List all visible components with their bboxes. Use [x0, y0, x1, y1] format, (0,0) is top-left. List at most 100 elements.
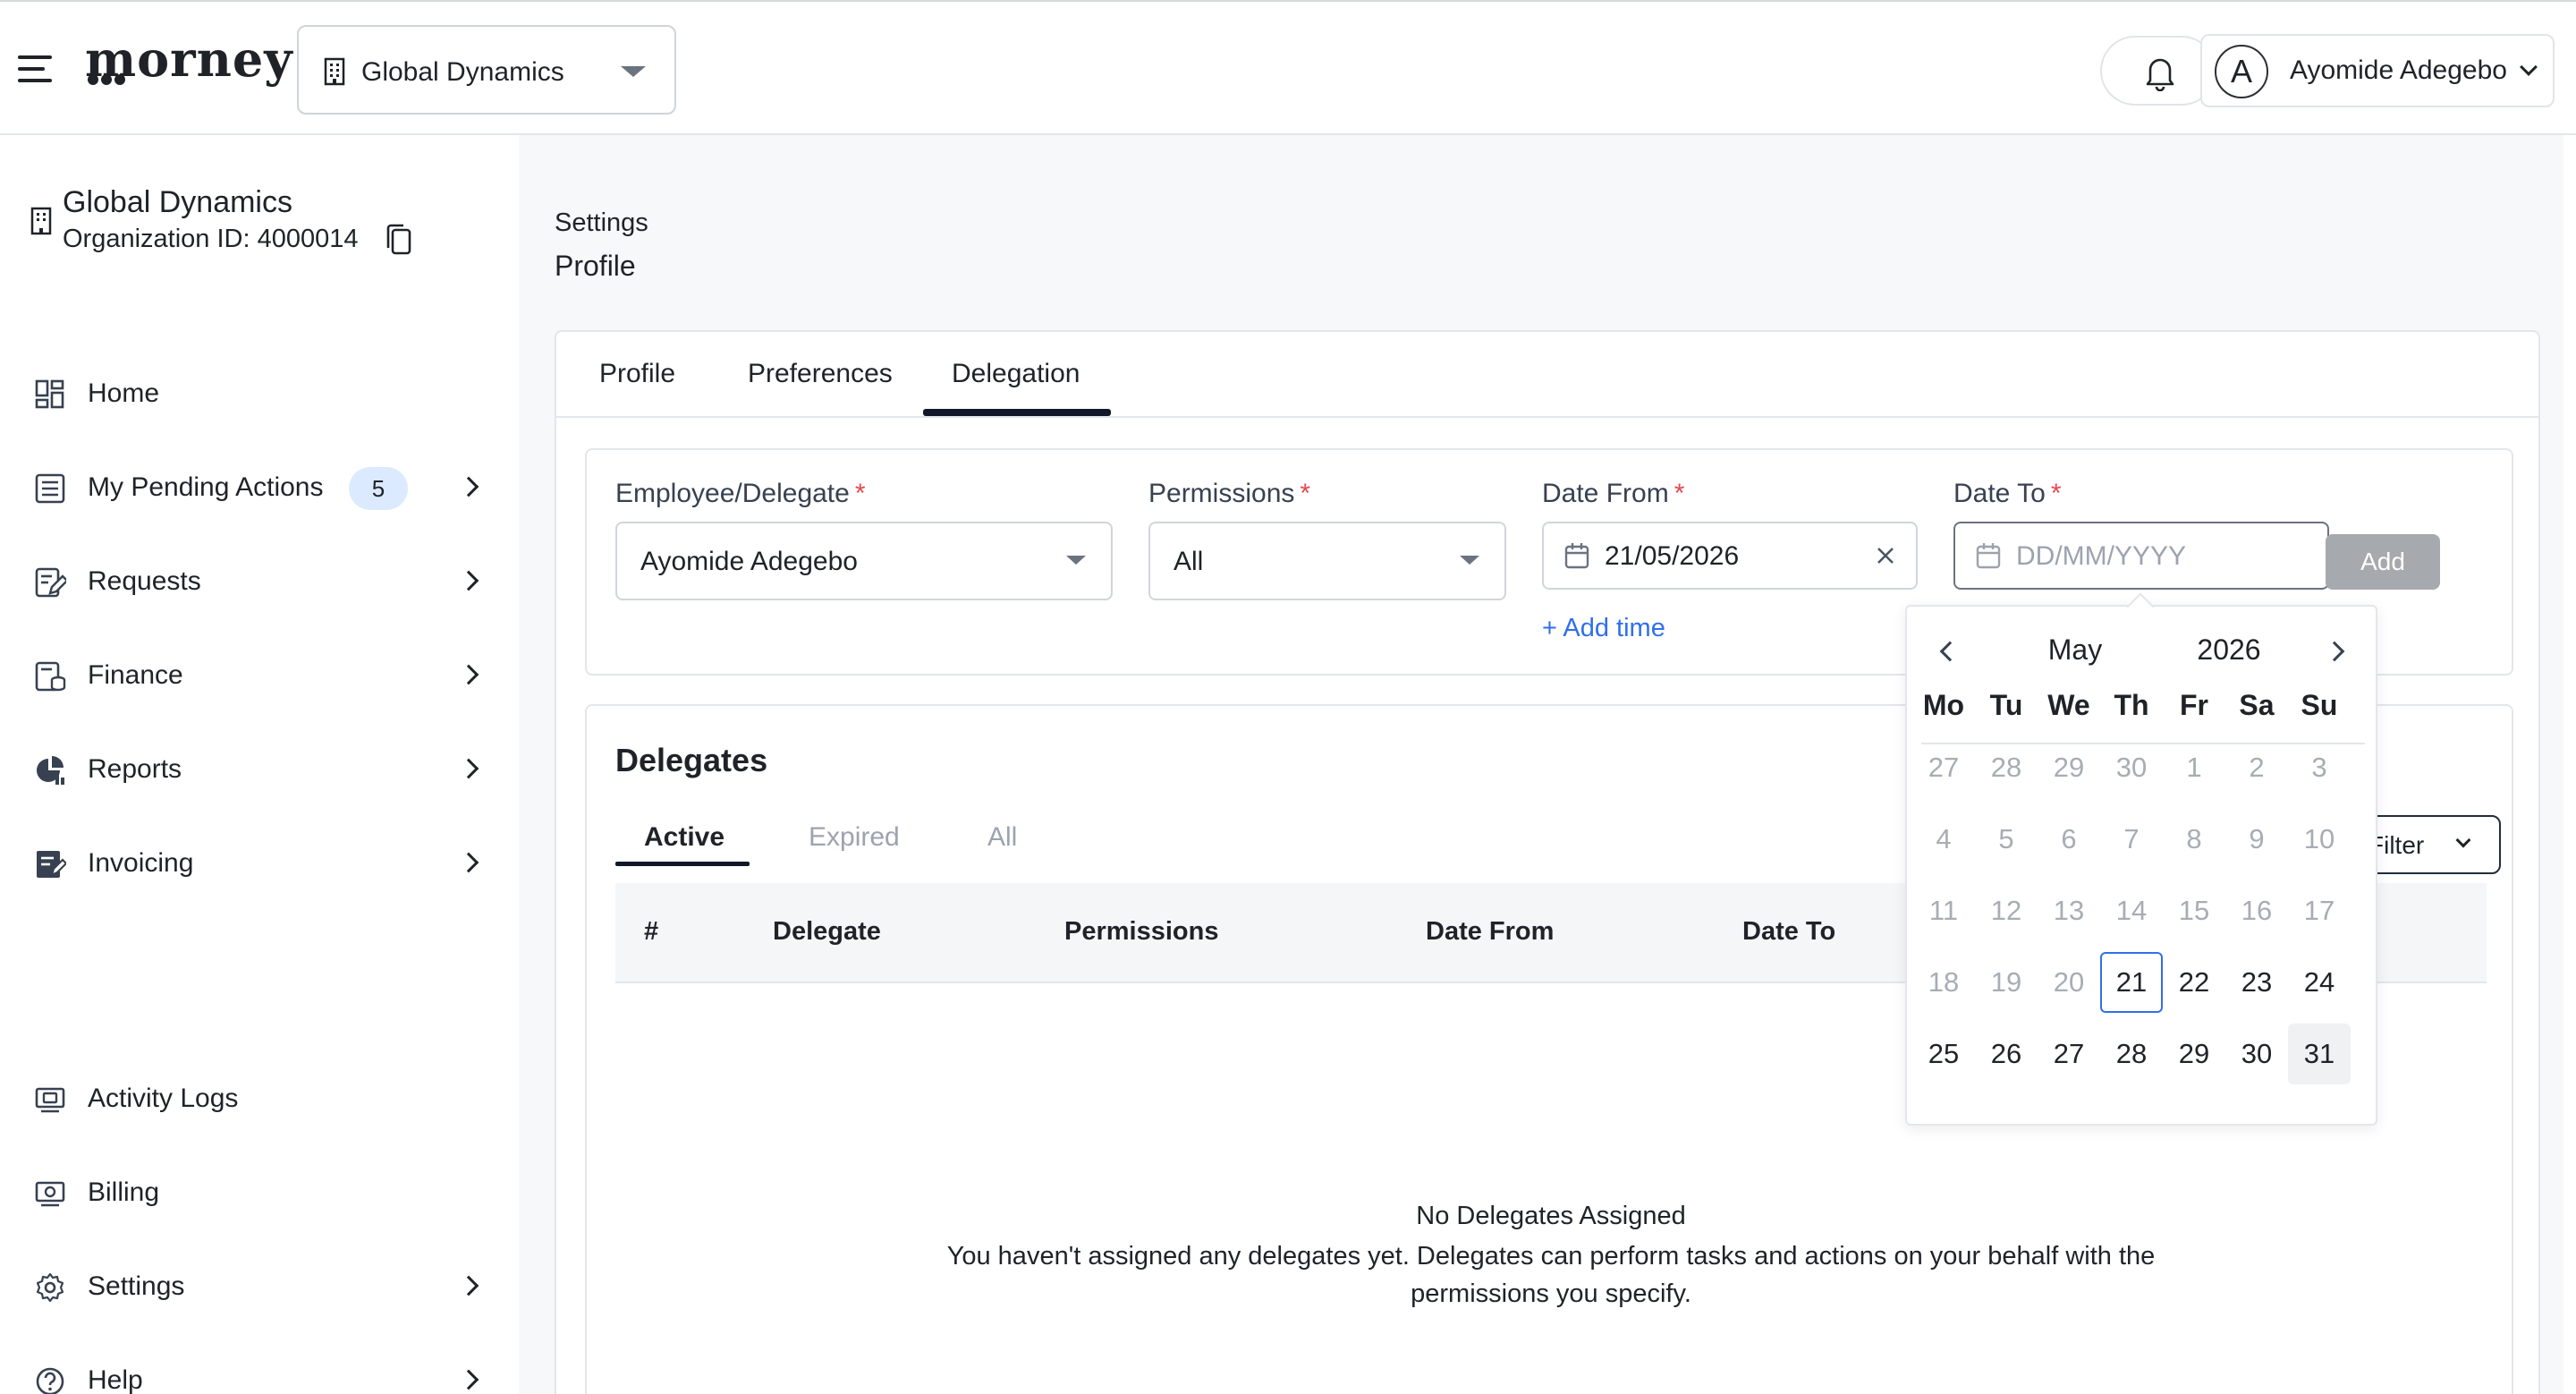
add-time-link[interactable]: + Add time	[1542, 614, 1665, 643]
sidebar-item-requests[interactable]: Requests	[0, 547, 519, 618]
sidebar-item-label: Finance	[88, 660, 183, 690]
date-to-placeholder: DD/MM/YYYY	[2016, 541, 2187, 571]
date-to-input[interactable]: DD/MM/YYYY	[1953, 522, 2329, 590]
tab-preferences[interactable]: Preferences	[748, 359, 893, 389]
top-bar: morney Global Dynamics A Ayomide Adegebo	[0, 0, 2576, 135]
calendar-day[interactable]: 20	[2038, 952, 2100, 1013]
calendar-day[interactable]: 21	[2100, 952, 2163, 1013]
calendar-day[interactable]: 4	[1912, 809, 1975, 870]
notifications-button[interactable]	[2100, 36, 2216, 106]
sidebar-item-invoicing[interactable]: Invoicing	[0, 829, 519, 900]
date-picker-popover: May 2026 Mo Tu We Th Fr Sa Su 27 28 29 30 1 2 3 4 5 6 7 8…	[1905, 605, 2377, 1126]
sidebar-item-activity-logs[interactable]: Activity Logs	[0, 1064, 519, 1135]
sidebar-item-settings[interactable]: Settings	[0, 1252, 519, 1323]
calendar-day[interactable]: 27	[2038, 1024, 2100, 1084]
sidebar-item-help[interactable]: Help	[0, 1346, 519, 1394]
weekday-label: Mo	[1922, 689, 1965, 721]
employee-select[interactable]: Ayomide Adegebo	[615, 522, 1113, 600]
calendar-day[interactable]: 5	[1975, 809, 2038, 870]
subtab-all[interactable]: All	[987, 822, 1017, 853]
column-header: Delegate	[773, 917, 881, 946]
calendar-day[interactable]: 19	[1975, 952, 2038, 1013]
caret-down-icon	[1066, 556, 1086, 565]
calendar-day[interactable]: 12	[1975, 880, 2038, 941]
calendar-day[interactable]: 25	[1912, 1024, 1975, 1084]
sidebar-item-finance[interactable]: Finance	[0, 641, 519, 712]
calendar-day[interactable]: 3	[2288, 737, 2351, 798]
calendar-day[interactable]: 29	[2163, 1024, 2225, 1084]
chevron-right-icon	[458, 852, 479, 873]
chevron-left-icon[interactable]	[1939, 641, 1961, 662]
calendar-icon	[1564, 543, 1589, 569]
billing-icon	[35, 1181, 65, 1207]
calendar-day[interactable]: 9	[2225, 809, 2288, 870]
calendar-day[interactable]: 29	[2038, 737, 2100, 798]
org-name: Global Dynamics	[63, 185, 292, 219]
filter-button[interactable]: Filter	[2358, 815, 2501, 874]
calendar-day[interactable]: 8	[2163, 809, 2225, 870]
calendar-day[interactable]: 17	[2288, 880, 2351, 941]
logo-dots	[88, 73, 128, 89]
tab-profile[interactable]: Profile	[599, 359, 675, 389]
calendar-year[interactable]: 2026	[2166, 633, 2292, 667]
calendar-day[interactable]: 31	[2288, 1024, 2351, 1084]
sidebar-item-label: Requests	[88, 566, 201, 596]
calendar-day[interactable]: 16	[2225, 880, 2288, 941]
empty-state-title: No Delegates Assigned	[1416, 1202, 1686, 1230]
calendar-day[interactable]: 30	[2100, 737, 2163, 798]
org-selector[interactable]: Global Dynamics	[297, 25, 676, 115]
subtab-expired[interactable]: Expired	[809, 822, 900, 853]
calendar-month[interactable]: May	[2012, 633, 2138, 667]
subtab-active[interactable]: Active	[644, 822, 724, 853]
breadcrumb[interactable]: Settings	[555, 208, 648, 238]
chevron-down-icon	[2520, 58, 2538, 76]
add-button[interactable]: Add	[2326, 534, 2440, 590]
calendar-day[interactable]: 27	[1912, 737, 1975, 798]
calendar-day[interactable]: 23	[2225, 952, 2288, 1013]
calendar-day[interactable]: 30	[2225, 1024, 2288, 1084]
chevron-right-icon[interactable]	[2324, 641, 2345, 662]
active-subtab-indicator	[615, 862, 750, 866]
sidebar-item-pending-actions[interactable]: My Pending Actions 5	[0, 453, 519, 524]
chevron-right-icon	[458, 570, 479, 591]
org-id: Organization ID: 4000014	[63, 225, 359, 253]
bell-icon	[2146, 58, 2174, 91]
calendar-day[interactable]: 22	[2163, 952, 2225, 1013]
close-icon[interactable]	[1873, 543, 1898, 568]
calendar-day[interactable]: 18	[1912, 952, 1975, 1013]
calendar-day[interactable]: 28	[1975, 737, 2038, 798]
calendar-day[interactable]: 13	[2038, 880, 2100, 941]
copy-icon[interactable]	[385, 223, 413, 257]
calendar-day[interactable]: 28	[2100, 1024, 2163, 1084]
delegates-title: Delegates	[615, 742, 768, 778]
calendar-day[interactable]: 6	[2038, 809, 2100, 870]
date-from-input[interactable]: 21/05/2026	[1542, 522, 1918, 590]
calendar-day[interactable]: 26	[1975, 1024, 2038, 1084]
user-menu[interactable]: A Ayomide Adegebo	[2200, 34, 2555, 107]
calendar-day[interactable]: 24	[2288, 952, 2351, 1013]
calendar-day[interactable]: 14	[2100, 880, 2163, 941]
gear-icon	[36, 1272, 64, 1303]
permissions-select[interactable]: All	[1148, 522, 1506, 600]
sidebar-item-home[interactable]: Home	[0, 359, 519, 430]
sidebar-item-label: Settings	[88, 1271, 185, 1301]
calendar-day[interactable]: 2	[2225, 737, 2288, 798]
caret-down-icon	[1460, 556, 1479, 565]
avatar: A	[2215, 45, 2268, 98]
weekday-label: Su	[2301, 689, 2338, 721]
monitor-icon	[35, 1087, 65, 1113]
sidebar-item-reports[interactable]: Reports	[0, 735, 519, 806]
calendar-day[interactable]: 10	[2288, 809, 2351, 870]
sidebar-item-billing[interactable]: Billing	[0, 1158, 519, 1229]
sidebar-item-label: Invoicing	[88, 848, 194, 878]
calendar-day[interactable]: 11	[1912, 880, 1975, 941]
org-selector-label: Global Dynamics	[361, 57, 564, 87]
sidebar-item-label: Reports	[88, 754, 182, 784]
calendar-day[interactable]: 7	[2100, 809, 2163, 870]
calendar-day[interactable]: 1	[2163, 737, 2225, 798]
tab-delegation[interactable]: Delegation	[952, 359, 1080, 389]
menu-icon[interactable]	[18, 55, 52, 82]
column-header: Date From	[1426, 917, 1555, 946]
edit-doc-icon	[35, 567, 66, 598]
calendar-day[interactable]: 15	[2163, 880, 2225, 941]
